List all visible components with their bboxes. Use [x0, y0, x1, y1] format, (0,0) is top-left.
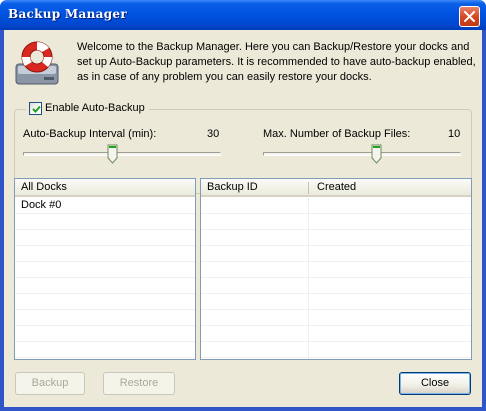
max-files-slider-thumb[interactable]: [371, 144, 382, 164]
empty-row: [201, 278, 471, 294]
empty-row: [15, 294, 195, 310]
empty-row: [201, 310, 471, 326]
close-icon: [464, 11, 475, 22]
max-files-slider-track: [263, 152, 461, 156]
restore-button[interactable]: Restore: [103, 372, 175, 395]
max-files-label: Max. Number of Backup Files:: [263, 128, 411, 140]
max-files-value: 10: [448, 128, 461, 140]
empty-row: [15, 310, 195, 326]
empty-row: [201, 214, 471, 230]
empty-row: [201, 230, 471, 246]
close-button[interactable]: Close: [399, 372, 471, 395]
empty-row: [201, 198, 471, 214]
empty-row: [15, 246, 195, 262]
empty-row: [15, 214, 195, 230]
empty-row: [201, 326, 471, 342]
empty-row: [201, 246, 471, 262]
docks-list-rows: Dock #0: [15, 198, 195, 358]
empty-row: [201, 294, 471, 310]
title-bar[interactable]: Backup Manager: [0, 0, 486, 30]
docks-list[interactable]: All Docks Dock #0: [14, 178, 196, 360]
docks-list-header[interactable]: All Docks: [15, 179, 195, 197]
list-item[interactable]: Dock #0: [15, 198, 195, 214]
close-window-button[interactable]: [459, 6, 480, 27]
checkmark-icon: [32, 105, 41, 113]
enable-auto-backup-label: Enable Auto-Backup: [45, 102, 145, 114]
empty-row: [15, 278, 195, 294]
intro-text: Welcome to the Backup Manager. Here you …: [77, 41, 476, 83]
backups-table[interactable]: Backup ID Created: [200, 178, 472, 360]
empty-row: [201, 262, 471, 278]
backup-button[interactable]: Backup: [15, 372, 85, 395]
backup-drive-icon: [14, 38, 60, 86]
backups-table-rows: [201, 198, 471, 358]
window-title: Backup Manager: [8, 7, 127, 21]
enable-auto-backup-toggle[interactable]: Enable Auto-Backup: [26, 100, 149, 116]
max-files-slider[interactable]: [263, 141, 461, 165]
backup-manager-window: Backup Manager Welcome to the Backup Man…: [0, 0, 486, 411]
dialog-body: Welcome to the Backup Manager. Here you …: [4, 30, 482, 407]
interval-slider[interactable]: [23, 141, 221, 165]
empty-row: [15, 262, 195, 278]
created-column-header[interactable]: Created: [309, 179, 471, 197]
empty-row: [201, 342, 471, 358]
interval-label: Auto-Backup Interval (min):: [23, 128, 157, 140]
empty-row: [15, 230, 195, 246]
empty-row: [15, 342, 195, 358]
interval-value: 30: [207, 128, 220, 140]
enable-auto-backup-checkbox[interactable]: [29, 101, 42, 115]
interval-slider-thumb[interactable]: [107, 144, 118, 164]
empty-row: [15, 326, 195, 342]
backup-id-column-header[interactable]: Backup ID: [201, 179, 309, 197]
interval-slider-track: [23, 152, 221, 156]
